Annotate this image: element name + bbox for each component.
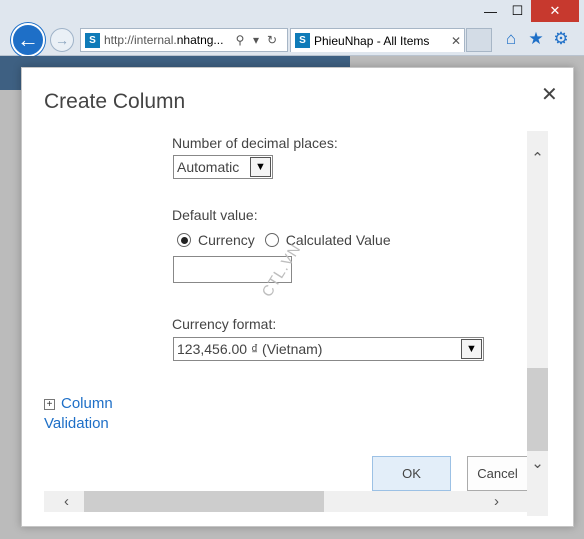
currency-radio[interactable] bbox=[177, 233, 191, 247]
star-icon[interactable]: ★ bbox=[525, 28, 547, 50]
horizontal-scroll-thumb[interactable] bbox=[84, 491, 324, 512]
calculated-value-radio-label[interactable]: Calculated Value bbox=[286, 232, 391, 248]
tab-phieunhap[interactable]: S PhieuNhap - All Items ✕ bbox=[290, 28, 465, 52]
scroll-down-icon[interactable]: ⌄ bbox=[527, 454, 548, 472]
address-bar[interactable]: S http://internal.nhatng... ⚲ ▾ ↻ bbox=[80, 28, 288, 52]
sharepoint-icon: S bbox=[295, 33, 310, 48]
scroll-right-icon[interactable]: › bbox=[494, 493, 499, 510]
dialog-title: Create Column bbox=[44, 90, 186, 113]
browser-chrome: — ☐ ✕ ← → S http://internal.nhatng... ⚲ … bbox=[0, 0, 584, 57]
scroll-left-icon[interactable]: ‹ bbox=[64, 493, 69, 510]
vertical-scroll-thumb[interactable] bbox=[527, 368, 548, 451]
back-arrow-icon[interactable]: ← bbox=[11, 23, 45, 57]
chevron-down-icon[interactable]: ▾ bbox=[248, 33, 264, 47]
default-value-radio-group: Currency Calculated Value bbox=[177, 232, 391, 248]
maximize-button[interactable]: ☐ bbox=[504, 0, 531, 22]
new-tab-button[interactable] bbox=[466, 28, 492, 52]
decimal-places-label: Number of decimal places: bbox=[172, 135, 338, 151]
calculated-value-radio[interactable] bbox=[264, 233, 279, 247]
currency-radio-label[interactable]: Currency bbox=[198, 232, 255, 248]
gear-icon[interactable]: ⚙ bbox=[550, 28, 572, 50]
close-icon[interactable]: ✕ bbox=[541, 82, 558, 107]
ok-button[interactable]: OK bbox=[372, 456, 451, 491]
chevron-down-icon[interactable]: ▼ bbox=[461, 339, 482, 359]
column-validation-link[interactable]: + Column Validation bbox=[44, 394, 139, 434]
decimal-places-select[interactable]: Automatic ▼ bbox=[173, 155, 273, 179]
currency-format-label: Currency format: bbox=[172, 316, 277, 332]
sharepoint-icon: S bbox=[85, 32, 100, 48]
currency-format-select[interactable]: 123,456.00 ₫ (Vietnam) ▼ bbox=[173, 337, 484, 361]
dialog-content: Number of decimal places: Automatic ▼ De… bbox=[44, 131, 547, 488]
search-icon[interactable]: ⚲ bbox=[232, 33, 248, 47]
minimize-button[interactable]: — bbox=[477, 0, 504, 22]
vertical-scrollbar[interactable]: ⌃ ⌄ bbox=[527, 131, 548, 516]
url-text: http://internal.nhatng... bbox=[104, 33, 224, 47]
create-column-dialog: Create Column ✕ Number of decimal places… bbox=[21, 67, 574, 527]
refresh-icon[interactable]: ↻ bbox=[264, 33, 280, 47]
scroll-up-icon[interactable]: ⌃ bbox=[527, 149, 548, 167]
home-icon[interactable]: ⌂ bbox=[500, 28, 522, 50]
default-value-label: Default value: bbox=[172, 207, 258, 223]
close-window-button[interactable]: ✕ bbox=[531, 0, 579, 22]
tab-title: PhieuNhap - All Items bbox=[314, 33, 430, 48]
cancel-button[interactable]: Cancel bbox=[467, 456, 527, 491]
tab-close-icon[interactable]: ✕ bbox=[448, 34, 464, 48]
horizontal-scrollbar[interactable]: ‹ › bbox=[44, 491, 547, 512]
chevron-down-icon[interactable]: ▼ bbox=[250, 157, 271, 177]
expand-icon[interactable]: + bbox=[44, 399, 55, 410]
forward-arrow-icon[interactable]: → bbox=[50, 28, 74, 52]
